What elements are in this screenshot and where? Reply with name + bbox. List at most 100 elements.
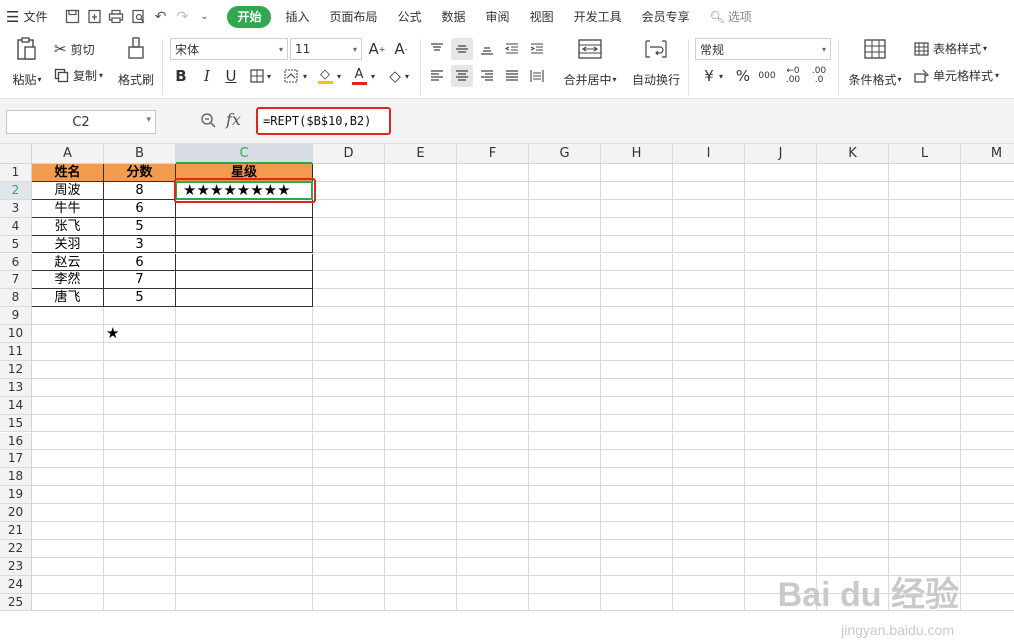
- cell-b6[interactable]: 6: [104, 253, 176, 272]
- cell-b22[interactable]: [104, 539, 176, 558]
- cell-c21[interactable]: [176, 522, 313, 540]
- cell-a22[interactable]: [32, 539, 104, 558]
- cell-m9[interactable]: [961, 307, 1014, 326]
- row-header-21[interactable]: 21: [0, 522, 32, 540]
- cell-h20[interactable]: [601, 504, 673, 522]
- cell-b19[interactable]: [104, 486, 176, 505]
- cell-j10[interactable]: [745, 325, 817, 343]
- cell-c14[interactable]: [176, 396, 313, 415]
- search-options[interactable]: 🔍︎ 选项: [700, 6, 762, 28]
- cell-c25[interactable]: [176, 593, 313, 612]
- cell-f2[interactable]: [457, 181, 529, 200]
- cell-g18[interactable]: [529, 468, 601, 487]
- cell-e17[interactable]: [385, 450, 457, 469]
- paste-button[interactable]: 粘贴 ▾: [10, 37, 44, 88]
- cell-m19[interactable]: [961, 486, 1014, 505]
- column-header-j[interactable]: J: [745, 144, 817, 164]
- cell-k5[interactable]: [817, 235, 889, 254]
- font-name-select[interactable]: 宋体 ▾: [170, 38, 288, 60]
- cell-l7[interactable]: [889, 271, 961, 290]
- cell-j1[interactable]: [745, 164, 817, 182]
- chevron-down-icon[interactable]: ▾: [334, 65, 344, 87]
- cell-j5[interactable]: [745, 235, 817, 254]
- cell-e3[interactable]: [385, 199, 457, 218]
- undo-icon[interactable]: ↶: [149, 6, 171, 28]
- cell-d22[interactable]: [313, 539, 385, 558]
- column-header-m[interactable]: M: [961, 144, 1014, 164]
- cell-b8[interactable]: 5: [104, 289, 176, 308]
- row-header-11[interactable]: 11: [0, 343, 32, 361]
- cell-b11[interactable]: [104, 343, 176, 361]
- cell-f21[interactable]: [457, 522, 529, 540]
- underline-button[interactable]: U: [220, 65, 242, 87]
- cell-g10[interactable]: [529, 325, 601, 343]
- cell-f19[interactable]: [457, 486, 529, 505]
- cell-j13[interactable]: [745, 378, 817, 397]
- row-header-9[interactable]: 9: [0, 307, 32, 326]
- cell-g4[interactable]: [529, 217, 601, 236]
- cell-m16[interactable]: [961, 433, 1014, 451]
- column-header-l[interactable]: L: [889, 144, 961, 164]
- cell-k17[interactable]: [817, 450, 889, 469]
- row-header-7[interactable]: 7: [0, 271, 32, 290]
- tab-page-layout[interactable]: 页面布局: [320, 6, 388, 28]
- cell-a25[interactable]: [32, 593, 104, 612]
- cell-i17[interactable]: [673, 450, 745, 469]
- justify-icon[interactable]: [501, 65, 523, 87]
- cell-b18[interactable]: [104, 468, 176, 487]
- cell-i21[interactable]: [673, 522, 745, 540]
- tab-insert[interactable]: 插入: [275, 6, 319, 28]
- increase-decimal-icon[interactable]: ←0.00: [782, 65, 804, 87]
- cell-g9[interactable]: [529, 307, 601, 326]
- row-header-5[interactable]: 5: [0, 235, 32, 254]
- cell-b24[interactable]: [104, 575, 176, 594]
- cell-l18[interactable]: [889, 468, 961, 487]
- cell-h7[interactable]: [601, 271, 673, 290]
- chevron-down-icon[interactable]: ▾: [402, 65, 412, 87]
- chevron-down-icon[interactable]: ▾: [716, 65, 726, 87]
- cell-fill-pattern-icon[interactable]: [280, 65, 302, 87]
- cell-h24[interactable]: [601, 575, 673, 594]
- cell-j14[interactable]: [745, 396, 817, 415]
- row-header-15[interactable]: 15: [0, 414, 32, 433]
- cell-i24[interactable]: [673, 575, 745, 594]
- chevron-down-icon[interactable]: ⌄: [193, 6, 215, 28]
- cell-m18[interactable]: [961, 468, 1014, 487]
- cell-e20[interactable]: [385, 504, 457, 522]
- cell-f13[interactable]: [457, 378, 529, 397]
- column-header-g[interactable]: G: [529, 144, 601, 164]
- cell-i25[interactable]: [673, 593, 745, 612]
- cell-j6[interactable]: [745, 253, 817, 272]
- name-box[interactable]: C2 ▾: [6, 110, 156, 134]
- cell-d12[interactable]: [313, 360, 385, 379]
- cell-c20[interactable]: [176, 504, 313, 522]
- cell-a4[interactable]: 张飞: [32, 217, 104, 236]
- cell-i11[interactable]: [673, 343, 745, 361]
- cell-g22[interactable]: [529, 539, 601, 558]
- tab-formulas[interactable]: 公式: [388, 6, 432, 28]
- cell-a12[interactable]: [32, 360, 104, 379]
- save-icon[interactable]: [61, 6, 83, 28]
- cell-g15[interactable]: [529, 414, 601, 433]
- row-header-20[interactable]: 20: [0, 504, 32, 522]
- row-header-23[interactable]: 23: [0, 557, 32, 576]
- cell-a14[interactable]: [32, 396, 104, 415]
- table-style-button[interactable]: 表格样式 ▾: [914, 40, 987, 57]
- cut-button[interactable]: ✂ 剪切: [54, 40, 95, 58]
- cell-l14[interactable]: [889, 396, 961, 415]
- cell-k6[interactable]: [817, 253, 889, 272]
- cell-a6[interactable]: 赵云: [32, 253, 104, 272]
- cell-h9[interactable]: [601, 307, 673, 326]
- cell-e11[interactable]: [385, 343, 457, 361]
- cell-g23[interactable]: [529, 557, 601, 576]
- cell-i7[interactable]: [673, 271, 745, 290]
- align-right-icon[interactable]: [476, 65, 498, 87]
- cell-a9[interactable]: [32, 307, 104, 326]
- cell-a17[interactable]: [32, 450, 104, 469]
- cell-i16[interactable]: [673, 432, 745, 451]
- cell-i14[interactable]: [673, 396, 745, 415]
- cell-c17[interactable]: [176, 450, 313, 469]
- cell-j8[interactable]: [745, 289, 817, 308]
- cell-f1[interactable]: [457, 164, 529, 182]
- cell-g19[interactable]: [529, 486, 601, 505]
